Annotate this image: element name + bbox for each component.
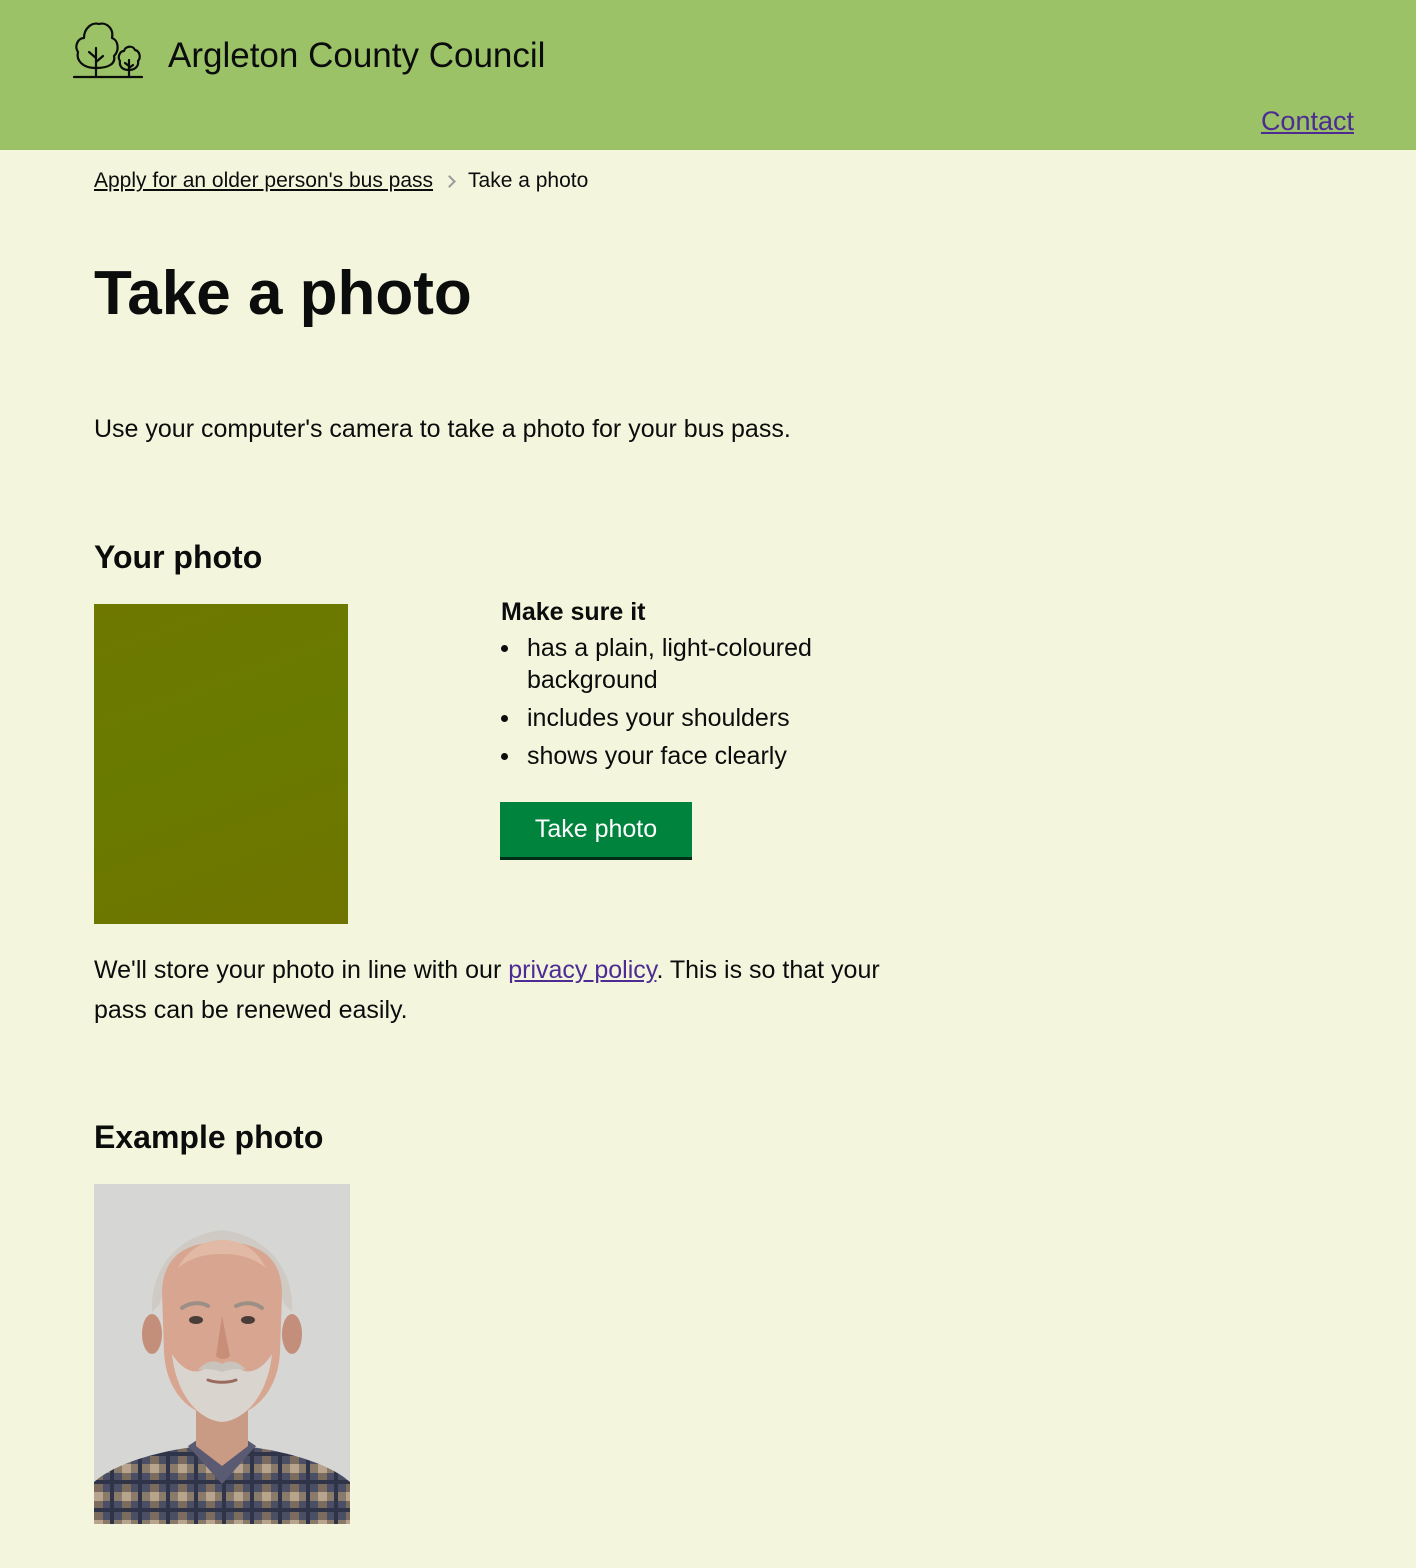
guidance-title: Make sure it [501, 598, 646, 626]
example-portrait [94, 1184, 350, 1524]
photo-guidance: Make sure it has a plain, light-coloured… [501, 596, 901, 778]
privacy-text: We'll store your photo in line with our … [94, 950, 934, 1030]
list-item: includes your shoulders [501, 702, 901, 734]
camera-preview [94, 604, 348, 924]
site-header: Argleton County Council Contact [0, 0, 1416, 150]
site-name[interactable]: Argleton County Council [168, 36, 545, 76]
contact-link[interactable]: Contact [1261, 104, 1354, 138]
your-photo-heading: Your photo [94, 539, 263, 575]
privacy-policy-link[interactable]: privacy policy [508, 956, 656, 984]
intro-text: Use your computer's camera to take a pho… [94, 415, 791, 443]
guidance-list: has a plain, light-coloured background i… [501, 632, 901, 772]
list-item: shows your face clearly [501, 740, 901, 772]
page-title: Take a photo [94, 259, 472, 328]
privacy-text-before: We'll store your photo in line with our [94, 956, 509, 984]
example-photo [94, 1184, 350, 1524]
list-item: has a plain, light-coloured background [501, 632, 901, 696]
take-photo-button[interactable]: Take photo [500, 802, 692, 857]
breadcrumb: Apply for an older person's bus pass Tak… [94, 166, 588, 196]
example-photo-heading: Example photo [94, 1119, 324, 1155]
trees-icon[interactable] [72, 20, 144, 82]
breadcrumb-link-bus-pass[interactable]: Apply for an older person's bus pass [94, 166, 433, 196]
chevron-right-icon [443, 174, 456, 188]
breadcrumb-current: Take a photo [468, 169, 589, 192]
